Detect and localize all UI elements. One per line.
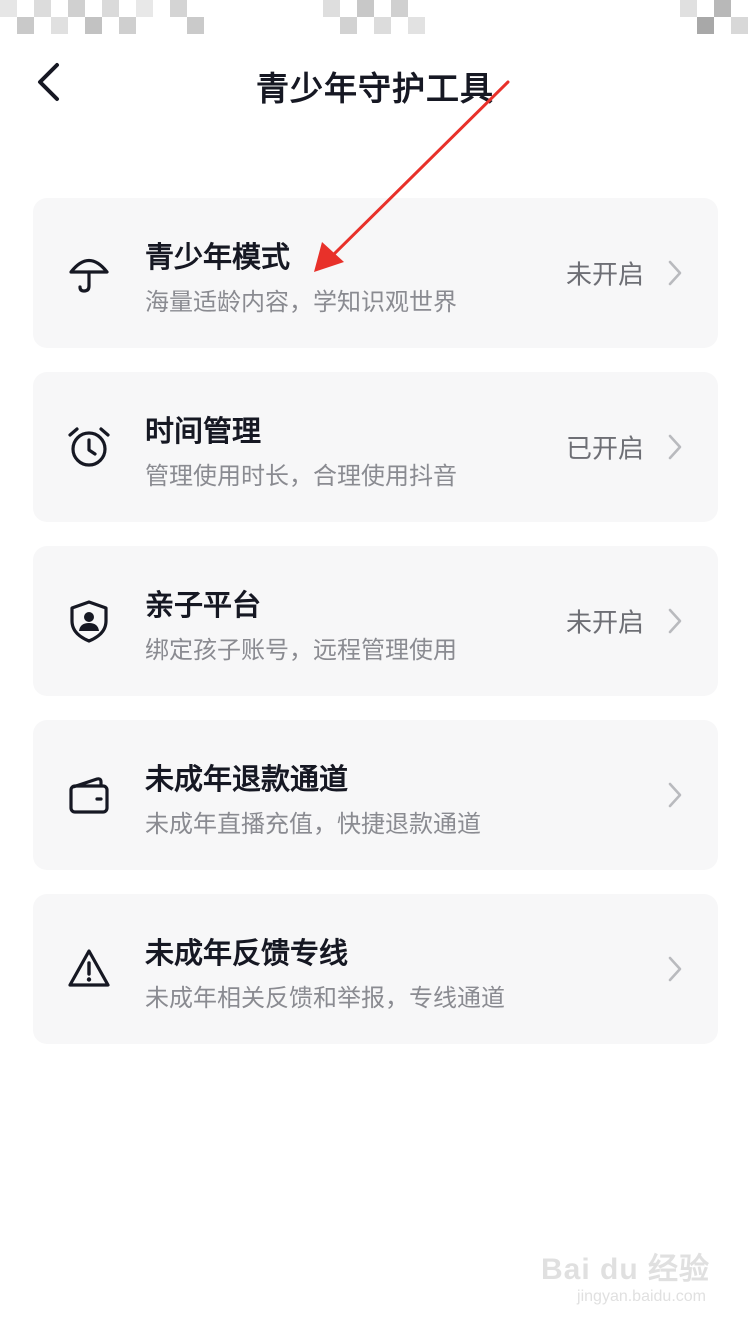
card-refund-channel[interactable]: 未成年退款通道 未成年直播充值，快捷退款通道	[33, 720, 718, 870]
umbrella-icon	[67, 251, 111, 295]
chevron-right-icon	[666, 607, 684, 635]
status-label: 未开启	[565, 608, 644, 639]
watermark-logo: Bai du 经验	[540, 1253, 710, 1286]
watermark-url: jingyan.baidu.com	[577, 1288, 706, 1305]
wallet-icon	[67, 773, 111, 817]
card-description: 未成年直播充值，快捷退款通道	[145, 810, 481, 838]
watermark: Bai du 经验 jingyan.baidu.com	[530, 1236, 710, 1316]
chevron-right-icon	[666, 433, 684, 461]
card-description: 未成年相关反馈和举报，专线通道	[145, 984, 505, 1012]
chevron-right-icon	[666, 781, 684, 809]
card-title: 亲子平台	[145, 588, 262, 622]
card-title: 青少年模式	[145, 240, 291, 274]
status-bar	[0, 0, 750, 34]
warning-icon	[67, 947, 111, 991]
chevron-right-icon	[666, 259, 684, 287]
card-description: 管理使用时长，合理使用抖音	[145, 462, 457, 490]
chevron-right-icon	[666, 955, 684, 983]
alarm-clock-icon	[67, 425, 111, 469]
status-label: 未开启	[565, 260, 644, 291]
status-label: 已开启	[565, 434, 644, 465]
card-title: 时间管理	[145, 414, 262, 448]
card-title: 未成年退款通道	[145, 762, 349, 796]
card-title: 未成年反馈专线	[145, 936, 349, 970]
shield-user-icon	[67, 599, 111, 643]
card-feedback-line[interactable]: 未成年反馈专线 未成年相关反馈和举报，专线通道	[33, 894, 718, 1044]
nav-bar: 青少年守护工具	[0, 44, 750, 124]
card-description: 海量适龄内容，学知识观世界	[145, 288, 457, 316]
page-title: 青少年守护工具	[256, 69, 494, 108]
card-youth-mode[interactable]: 青少年模式 海量适龄内容，学知识观世界 未开启	[33, 198, 718, 348]
card-parent-platform[interactable]: 亲子平台 绑定孩子账号，远程管理使用 未开启	[33, 546, 718, 696]
card-description: 绑定孩子账号，远程管理使用	[145, 636, 457, 664]
card-list: 青少年模式 海量适龄内容，学知识观世界 未开启 时间管理 管理使用时长，合理使用…	[33, 198, 718, 1068]
card-time-management[interactable]: 时间管理 管理使用时长，合理使用抖音 已开启	[33, 372, 718, 522]
